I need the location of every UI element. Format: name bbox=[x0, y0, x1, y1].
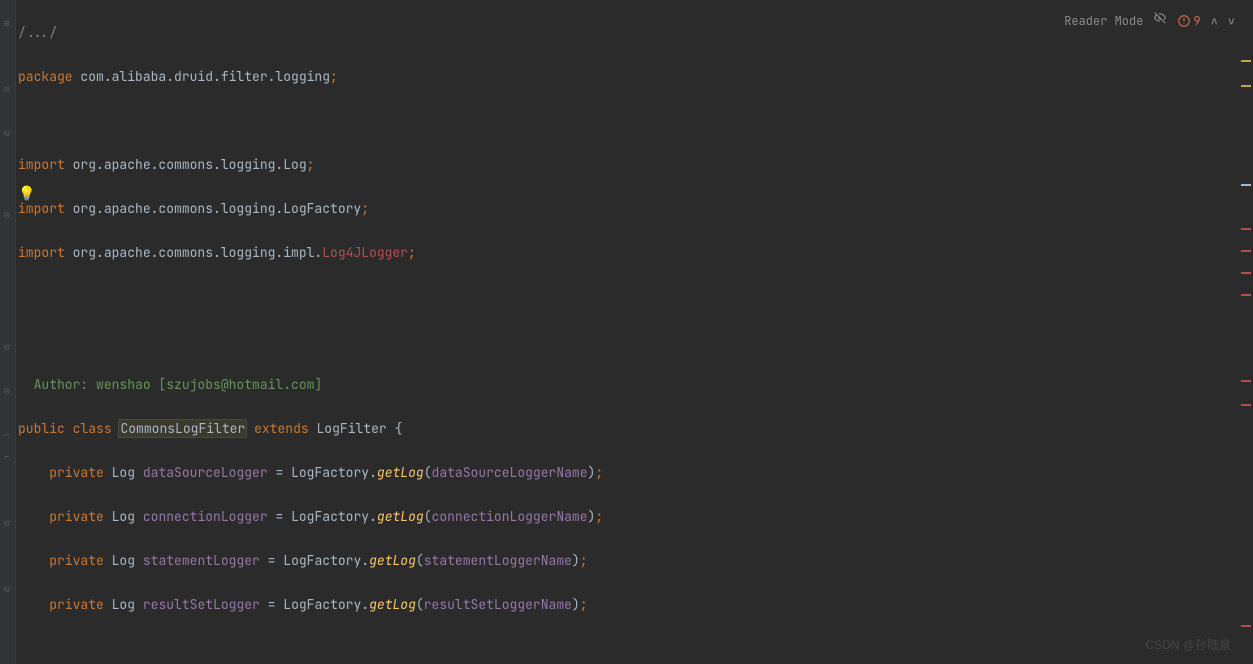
fold-close-icon[interactable]: ⌐ bbox=[4, 424, 9, 446]
code-editor[interactable]: ⊞ ⊟ ⊟ ⊟ ⊟ ⊟ ⌐ ⌐ ⊟ ⊟ 💡 /.../ package com.… bbox=[0, 0, 1253, 664]
gutter[interactable]: ⊞ ⊟ ⊟ ⊟ ⊟ ⊟ ⌐ ⌐ ⊟ ⊟ 💡 bbox=[0, 0, 16, 664]
eye-off-icon[interactable] bbox=[1153, 10, 1167, 32]
fold-minus-icon[interactable]: ⊟ bbox=[4, 336, 9, 358]
chevron-up-icon[interactable]: ∧ bbox=[1211, 10, 1218, 32]
fold-minus-icon[interactable]: ⊟ bbox=[4, 578, 9, 600]
watermark: CSDN @孙陆泉 bbox=[1145, 634, 1231, 656]
inspection-bar: Reader Mode 9 ∧ ∨ bbox=[1064, 10, 1235, 32]
fold-minus-icon[interactable]: ⊟ bbox=[4, 78, 9, 100]
class-name-caret[interactable]: CommonsLogFilter bbox=[118, 419, 247, 438]
error-count[interactable]: 9 bbox=[1177, 10, 1200, 32]
code-area[interactable]: /.../ package com.alibaba.druid.filter.l… bbox=[16, 0, 1253, 664]
fold-plus-icon[interactable]: ⊞ bbox=[4, 12, 9, 34]
reader-mode-label[interactable]: Reader Mode bbox=[1064, 10, 1143, 32]
chevron-down-icon[interactable]: ∨ bbox=[1228, 10, 1235, 32]
fold-minus-icon[interactable]: ⊟ bbox=[4, 204, 9, 226]
folded-region[interactable]: /.../ bbox=[18, 24, 57, 41]
fold-plus-icon[interactable]: ⊟ bbox=[4, 512, 9, 534]
intention-bulb-icon[interactable]: 💡 bbox=[18, 183, 35, 205]
fold-close-icon[interactable]: ⌐ bbox=[4, 446, 9, 468]
fold-minus-icon[interactable]: ⊟ bbox=[4, 122, 9, 144]
fold-minus-icon[interactable]: ⊟ bbox=[4, 380, 9, 402]
